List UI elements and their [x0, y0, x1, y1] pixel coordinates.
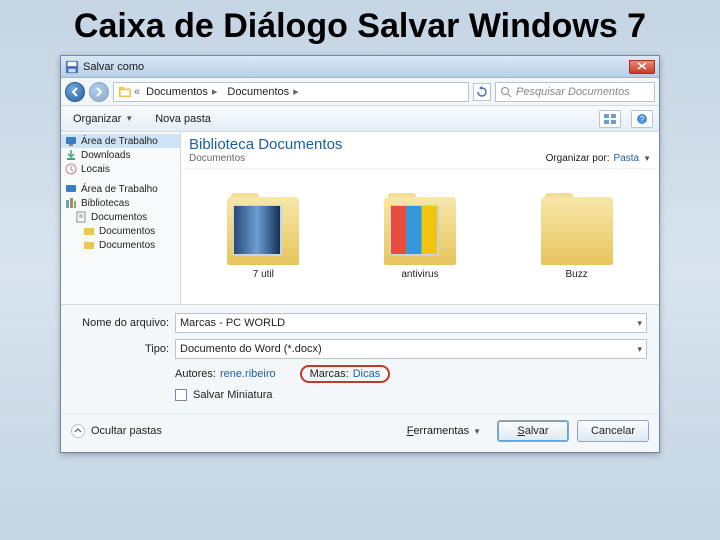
- library-icon: [65, 197, 77, 209]
- form-section: Nome do arquivo: Marcas - PC WORLD▾ Tipo…: [61, 304, 659, 413]
- close-button[interactable]: [629, 60, 655, 74]
- folder-icon: [83, 239, 95, 251]
- sidebar-item-documents-folder2[interactable]: Documentos: [61, 238, 180, 252]
- new-folder-button[interactable]: Nova pasta: [149, 111, 217, 127]
- hide-folders-toggle[interactable]: Ocultar pastas: [71, 424, 162, 438]
- filetype-label: Tipo:: [73, 343, 169, 355]
- save-icon: [65, 60, 79, 74]
- nav-back-button[interactable]: [65, 82, 85, 102]
- folder-label: 7 util: [253, 269, 274, 280]
- download-icon: [65, 149, 77, 161]
- desktop-icon: [65, 183, 77, 195]
- chevron-down-icon: ▼: [125, 114, 133, 123]
- svg-text:?: ?: [640, 115, 645, 124]
- library-title: Biblioteca Documentos: [189, 136, 342, 153]
- sidebar-item-desktop[interactable]: Área de Trabalho: [61, 134, 180, 148]
- search-placeholder: Pesquisar Documentos: [516, 86, 630, 98]
- chevron-down-icon: ▼: [643, 154, 651, 163]
- folder-label: antivirus: [401, 269, 438, 280]
- sidebar-item-desktop2[interactable]: Área de Trabalho: [61, 182, 180, 196]
- search-icon: [500, 86, 512, 98]
- sidebar[interactable]: Área de Trabalho Downloads Locais Área d…: [61, 132, 181, 304]
- save-thumbnail-label: Salvar Miniatura: [193, 389, 272, 401]
- nav-forward-button[interactable]: [89, 82, 109, 102]
- chevron-up-icon: [71, 424, 85, 438]
- filename-input[interactable]: Marcas - PC WORLD▾: [175, 313, 647, 333]
- titlebar-text: Salvar como: [83, 61, 144, 73]
- folder-icon: [83, 225, 95, 237]
- titlebar[interactable]: Salvar como: [61, 56, 659, 78]
- view-mode-button[interactable]: [599, 110, 621, 128]
- filename-label: Nome do arquivo:: [73, 317, 169, 329]
- toolbar: Organizar▼ Nova pasta ?: [61, 106, 659, 132]
- save-button[interactable]: Salvar: [497, 420, 569, 442]
- folder-7util[interactable]: 7 util: [213, 197, 313, 280]
- sidebar-item-recent[interactable]: Locais: [61, 162, 180, 176]
- organize-by[interactable]: Organizar por: Pasta ▼: [546, 153, 651, 164]
- sidebar-item-documents[interactable]: Documentos: [61, 210, 180, 224]
- save-thumbnail-checkbox[interactable]: [175, 389, 187, 401]
- crumb-1[interactable]: Documentos▸: [142, 85, 221, 98]
- refresh-button[interactable]: [473, 83, 491, 101]
- sidebar-item-libraries[interactable]: Bibliotecas: [61, 196, 180, 210]
- help-button[interactable]: ?: [631, 110, 653, 128]
- chevron-down-icon: ▼: [473, 427, 481, 436]
- sidebar-item-downloads[interactable]: Downloads: [61, 148, 180, 162]
- organize-menu[interactable]: Organizar▼: [67, 111, 139, 127]
- breadcrumb[interactable]: « Documentos▸ Documentos▸: [113, 82, 469, 102]
- save-dialog: Salvar como « Documentos▸ Documentos▸ Pe…: [60, 55, 660, 453]
- nav-row: « Documentos▸ Documentos▸ Pesquisar Docu…: [61, 78, 659, 106]
- search-input[interactable]: Pesquisar Documentos: [495, 82, 655, 102]
- action-bar: Ocultar pastas Ferramentas▼ Salvar Cance…: [61, 413, 659, 452]
- library-icon: [118, 85, 132, 99]
- folder-label: Buzz: [566, 269, 588, 280]
- chevron-down-icon: ▾: [637, 318, 642, 329]
- library-subtitle: Documentos: [189, 153, 342, 164]
- content-area: Biblioteca Documentos Documentos Organiz…: [181, 132, 659, 304]
- chevron-right-icon: «: [134, 86, 140, 98]
- filetype-select[interactable]: Documento do Word (*.docx)▾: [175, 339, 647, 359]
- folder-grid: 7 util antivirus Buzz: [181, 169, 659, 304]
- folder-buzz[interactable]: Buzz: [527, 197, 627, 280]
- chevron-down-icon: ▾: [637, 344, 642, 355]
- recent-icon: [65, 163, 77, 175]
- cancel-button[interactable]: Cancelar: [577, 420, 649, 442]
- doc-icon: [75, 211, 87, 223]
- authors-field[interactable]: Autores: rene.ribeiro: [175, 368, 276, 380]
- desktop-icon: [65, 135, 77, 147]
- crumb-2[interactable]: Documentos▸: [223, 85, 302, 98]
- slide-title: Caixa de Diálogo Salvar Windows 7: [0, 0, 720, 55]
- sidebar-item-documents-folder1[interactable]: Documentos: [61, 224, 180, 238]
- tools-menu[interactable]: Ferramentas▼: [407, 425, 489, 437]
- tags-field[interactable]: Marcas: Dicas: [300, 365, 391, 383]
- folder-antivirus[interactable]: antivirus: [370, 197, 470, 280]
